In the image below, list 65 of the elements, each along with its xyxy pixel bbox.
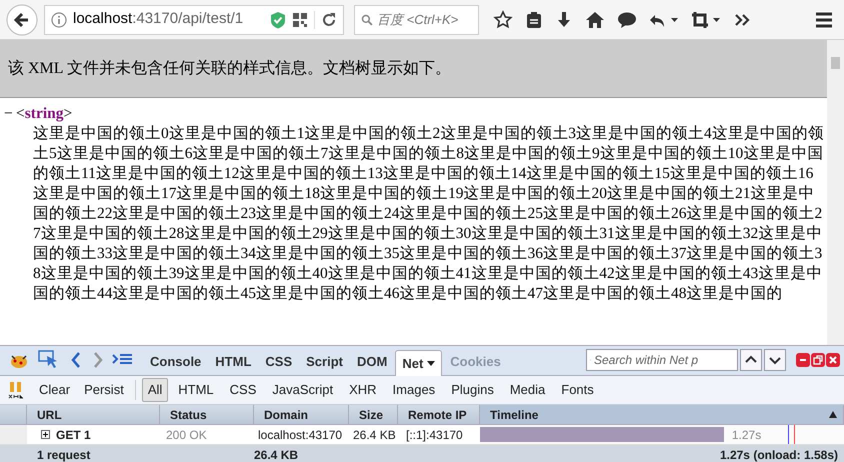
chat-bubble-icon[interactable] xyxy=(617,10,637,28)
filter-tab[interactable]: JavaScript xyxy=(266,378,340,402)
total-size: 26.4 KB xyxy=(254,447,300,462)
panel-tab[interactable]: Console xyxy=(144,349,208,375)
total-time: 1.27s (onload: 1.58s) xyxy=(718,447,839,462)
xml-tag: <string> xyxy=(16,104,72,124)
home-icon[interactable] xyxy=(585,10,605,28)
minimize-button[interactable] xyxy=(796,353,810,367)
xhr-pause-icon[interactable] xyxy=(8,381,24,399)
filter-tab[interactable]: CSS xyxy=(224,378,262,402)
panel-tab[interactable]: Net xyxy=(395,350,442,376)
request-count: 1 request xyxy=(36,447,92,462)
filter-tab[interactable]: Images xyxy=(386,378,442,402)
column-header[interactable]: URL xyxy=(27,405,160,424)
remote-ip-cell-text: [::1]:43170 xyxy=(405,426,464,444)
detach-button[interactable] xyxy=(811,353,825,367)
column-header[interactable]: Size xyxy=(349,405,398,424)
timing-label: 1.27s xyxy=(732,426,762,444)
panel-tab[interactable]: CSS xyxy=(259,349,298,375)
info-message: 该 XML 文件并未包含任何关联的样式信息。文档树显示如下。 xyxy=(8,58,451,78)
info-icon[interactable] xyxy=(51,12,67,28)
dropdown-caret-icon[interactable] xyxy=(427,360,436,366)
content-loaded-marker xyxy=(788,425,789,444)
filter-tab[interactable]: Plugins xyxy=(445,378,500,402)
column-header[interactable]: Status xyxy=(160,405,254,424)
column-header[interactable]: Timeline xyxy=(480,405,844,424)
sort-arrow-icon[interactable] xyxy=(829,411,837,418)
panel-tab[interactable]: HTML xyxy=(209,349,258,375)
clipboard-icon[interactable] xyxy=(525,10,543,28)
menu-icon[interactable] xyxy=(814,10,834,28)
request-row[interactable]: GET 1 200 OK localhost:43170 26.4 KB [::1]:43170 1.27s xyxy=(0,425,844,445)
panel-tab[interactable]: DOM xyxy=(350,349,394,375)
download-icon[interactable] xyxy=(555,10,573,28)
search-field[interactable]: 百度 <Ctrl+K> xyxy=(354,4,479,34)
filter-tab[interactable]: All xyxy=(142,378,168,402)
persist-button[interactable]: Persist xyxy=(79,379,129,401)
reload-icon[interactable] xyxy=(321,12,337,28)
shield-icon[interactable] xyxy=(270,10,286,28)
row-gutter xyxy=(0,425,27,444)
panel-tab[interactable]: Script xyxy=(300,349,349,375)
net-search-field[interactable]: Search within Net p xyxy=(586,349,738,371)
scrollbar[interactable] xyxy=(827,40,844,345)
clear-button[interactable]: Clear xyxy=(34,379,76,401)
star-icon[interactable] xyxy=(493,10,513,30)
xml-text: 这里是中国的领土0这里是中国的领土1这里是中国的领土2这里是中国的领土3这里是中国的领土4这里是中国的领土5这里是中国的领土6这里是中国的领土7这里是中国的领土8这里是中国的领土9这里是中国的领土10这里是中国的领土11这里是中国的领土12这里是中国的领土13这里是中国的领土14这里是中国的领土15这里是中国的领土16这里是中国的领土17这里是中国的领土18这里是中国的领土19这里是中国的领土20这里是中国的领土21这里是中国的领土22这里是中国的领土23这里是中国的领土24这里是中国的领土25这里是中国的领土26这里是中国的领土27这里是中国的领土28这里是中国的领土29这里是中国的领土30这里是中国的领土31这里是中国的领土32这里是中国的领土33这里是中国的领土34这里是中国的领土35这里是中国的领土36这里是中国的领土37这里是中国的领土38这里是中国的领土39这里是中国的领土40这里是中国的领土41这里是中国的领土42这里是中国的领土43这里是中国的领土44这里是中国的领土45这里是中国的领土46这里是中国的领土47这里是中国的领土48这里是中国的 xyxy=(32,124,824,304)
status-cell-text: 200 OK xyxy=(165,426,208,444)
search-input[interactable]: 百度 <Ctrl+K> xyxy=(377,6,472,34)
close-button[interactable] xyxy=(826,353,840,367)
filter-tab[interactable]: HTML xyxy=(172,378,220,402)
request-url[interactable]: GET 1 xyxy=(56,426,91,444)
qr-code-icon[interactable] xyxy=(292,12,308,28)
column-header[interactable]: Domain xyxy=(254,405,349,424)
collapse-toggle[interactable]: − xyxy=(4,104,16,124)
size-cell-text: 26.4 KB xyxy=(352,426,397,444)
down-button[interactable] xyxy=(764,349,786,371)
domain-cell-text: localhost:43170 xyxy=(257,426,344,444)
crop-icon[interactable] xyxy=(691,10,721,28)
filter-tab[interactable]: XHR xyxy=(343,378,383,402)
expand-icon[interactable] xyxy=(41,430,50,439)
filter-tab[interactable]: Fonts xyxy=(555,378,600,402)
back-button[interactable] xyxy=(6,4,38,36)
load-marker xyxy=(794,425,795,444)
up-button[interactable] xyxy=(740,349,762,371)
address-bar[interactable]: localhost:43170/api/test/1 xyxy=(44,4,344,34)
filter-tab[interactable]: Media xyxy=(504,378,552,402)
